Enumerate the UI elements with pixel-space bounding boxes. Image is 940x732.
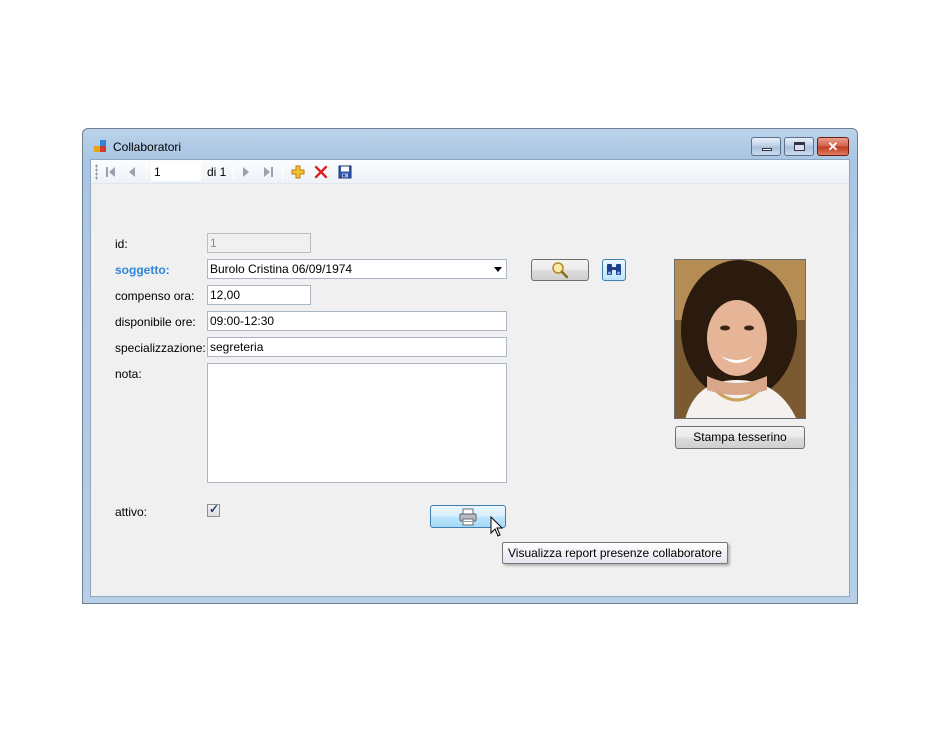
move-next-icon xyxy=(243,167,249,177)
move-first-button[interactable] xyxy=(103,163,119,181)
collaboratori-window: Collaboratori ✕ di 1 xyxy=(82,128,858,604)
specializzazione-label: specializzazione: xyxy=(115,341,206,355)
soggetto-label: soggetto: xyxy=(115,263,170,277)
attivo-label: attivo: xyxy=(115,505,148,519)
minimize-icon xyxy=(762,148,772,151)
move-first-icon xyxy=(106,167,115,177)
form-client-area: di 1 id: soggetto: compenso ora: disponi… xyxy=(90,159,850,597)
attivo-checkbox[interactable]: ✓ xyxy=(207,502,220,517)
toolbar-separator xyxy=(233,164,234,180)
minimize-button[interactable] xyxy=(751,137,781,156)
move-next-button[interactable] xyxy=(238,163,254,181)
soggetto-combobox[interactable]: Burolo Cristina 06/09/1974 xyxy=(207,259,507,279)
window-title: Collaboratori xyxy=(113,140,182,154)
maximize-button[interactable] xyxy=(784,137,814,156)
toolbar-separator xyxy=(282,164,283,180)
checkmark-icon: ✓ xyxy=(209,502,220,516)
toolbar-grip[interactable] xyxy=(95,164,98,180)
disponibile-label: disponibile ore: xyxy=(115,315,196,329)
nota-textarea[interactable] xyxy=(207,363,507,483)
save-icon xyxy=(338,165,352,179)
report-tooltip: Visualizza report presenze collaboratore xyxy=(502,542,728,564)
delete-icon xyxy=(314,165,328,179)
app-form-icon xyxy=(94,140,106,152)
move-previous-icon xyxy=(129,167,135,177)
binoculars-icon xyxy=(607,264,621,275)
collaboratore-photo xyxy=(674,259,806,419)
save-button[interactable] xyxy=(336,163,354,181)
add-new-button[interactable] xyxy=(289,163,307,181)
close-button[interactable]: ✕ xyxy=(817,137,849,156)
search-icon xyxy=(552,262,569,279)
title-bar[interactable]: Collaboratori ✕ xyxy=(83,129,857,159)
move-last-button[interactable] xyxy=(260,163,276,181)
nota-label: nota: xyxy=(115,367,142,381)
toolbar-separator xyxy=(146,164,147,180)
move-previous-button[interactable] xyxy=(124,163,140,181)
soggetto-value: Burolo Cristina 06/09/1974 xyxy=(210,262,353,276)
pointer-icon xyxy=(490,515,504,537)
maximize-icon xyxy=(794,142,805,151)
find-button[interactable] xyxy=(602,259,626,281)
printer-icon xyxy=(459,508,477,526)
disponibile-field[interactable]: 09:00-12:30 xyxy=(207,311,507,331)
compenso-label: compenso ora: xyxy=(115,289,195,303)
id-label: id: xyxy=(115,237,128,251)
mouse-cursor xyxy=(490,515,504,541)
id-field: 1 xyxy=(207,233,311,253)
add-new-icon xyxy=(291,165,305,179)
close-icon: ✕ xyxy=(827,139,839,154)
portrait-image xyxy=(675,260,805,418)
delete-button[interactable] xyxy=(312,163,330,181)
count-label: di 1 xyxy=(207,165,227,179)
binding-navigator-toolbar: di 1 xyxy=(91,160,849,184)
compenso-field[interactable]: 12,00 xyxy=(207,285,311,305)
specializzazione-field[interactable]: segreteria xyxy=(207,337,507,357)
chevron-down-icon[interactable] xyxy=(494,267,502,272)
position-input[interactable] xyxy=(151,162,201,181)
move-last-icon xyxy=(264,167,273,177)
stampa-tesserino-button[interactable]: Stampa tesserino xyxy=(675,426,805,449)
search-button[interactable] xyxy=(531,259,589,281)
